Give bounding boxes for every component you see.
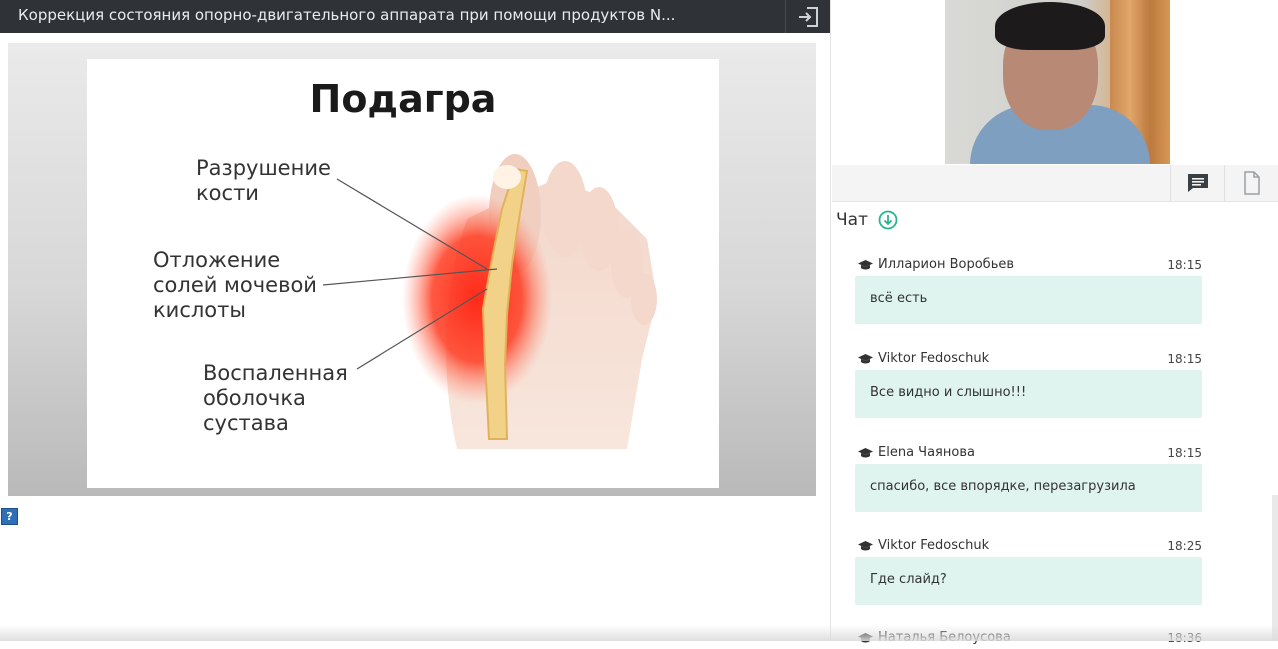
label-inflamed-membrane: Воспаленная оболочка сустава	[203, 361, 348, 435]
message-author-name: Наталья Белоусова	[878, 630, 1011, 645]
message-author: Elena Чаянова	[858, 445, 975, 460]
webcam-video	[945, 0, 1170, 164]
exit-button[interactable]	[785, 0, 831, 33]
chat-title: Чат	[836, 210, 868, 230]
chat-header: Чат	[836, 210, 898, 230]
graduation-cap-icon	[858, 632, 873, 642]
tab-files[interactable]	[1224, 165, 1278, 201]
message-text: всё есть	[855, 276, 1202, 324]
message-author-name: Илларион Воробьев	[878, 257, 1015, 272]
chat-scrollbar[interactable]	[1272, 495, 1278, 641]
message-text: Все видно и слышно!!!	[855, 370, 1202, 418]
chat-message: Elena Чаянова 18:15 спасибо, все впорядк…	[855, 444, 1202, 512]
help-icon[interactable]: ?	[1, 508, 18, 525]
graduation-cap-icon	[858, 447, 873, 457]
message-time: 18:15	[1167, 446, 1202, 460]
chat-message: Наталья Белоусова 18:36	[855, 629, 1202, 649]
message-text: спасибо, все впорядке, перезагрузила	[855, 464, 1202, 512]
panel-divider	[830, 0, 831, 641]
label-uric-acid-deposits: Отложение солей мочевой кислоты	[153, 248, 317, 322]
message-author-name: Viktor Fedoschuk	[878, 538, 990, 553]
chat-bubble-icon	[1188, 174, 1208, 192]
document-icon	[1244, 171, 1260, 195]
chat-message: Viktor Fedoschuk 18:15 Все видно и слышн…	[855, 350, 1202, 418]
sign-in-icon	[798, 6, 818, 27]
message-time: 18:25	[1167, 539, 1202, 553]
message-time: 18:36	[1167, 631, 1202, 645]
message-author-name: Viktor Fedoschuk	[878, 351, 990, 366]
message-time: 18:15	[1167, 258, 1202, 272]
chat-message: Илларион Воробьев 18:15 всё есть	[855, 256, 1202, 324]
label-bone-destruction: Разрушение кости	[196, 156, 331, 205]
side-tabs	[832, 165, 1278, 202]
presentation-title: Коррекция состояния опорно-двигательного…	[18, 6, 676, 24]
slide: Подагра Разрушение кости Отложение солей…	[87, 59, 719, 488]
presentation-header: Коррекция состояния опорно-двигательного…	[0, 0, 830, 33]
graduation-cap-icon	[858, 353, 873, 363]
slide-viewer: Подагра Разрушение кости Отложение солей…	[8, 43, 816, 496]
graduation-cap-icon	[858, 259, 873, 269]
message-author-name: Elena Чаянова	[878, 445, 975, 460]
message-text: Где слайд?	[855, 557, 1202, 605]
message-time: 18:15	[1167, 352, 1202, 366]
arrow-down-circle-icon[interactable]	[878, 210, 898, 230]
graduation-cap-icon	[858, 540, 873, 550]
chat-message: Viktor Fedoschuk 18:25 Где слайд?	[855, 537, 1202, 605]
tab-chat[interactable]	[1170, 165, 1225, 201]
message-author: Viktor Fedoschuk	[858, 538, 989, 553]
message-author: Viktor Fedoschuk	[858, 351, 989, 366]
message-author: Наталья Белоусова	[858, 630, 1011, 645]
message-author: Илларион Воробьев	[858, 257, 1014, 272]
